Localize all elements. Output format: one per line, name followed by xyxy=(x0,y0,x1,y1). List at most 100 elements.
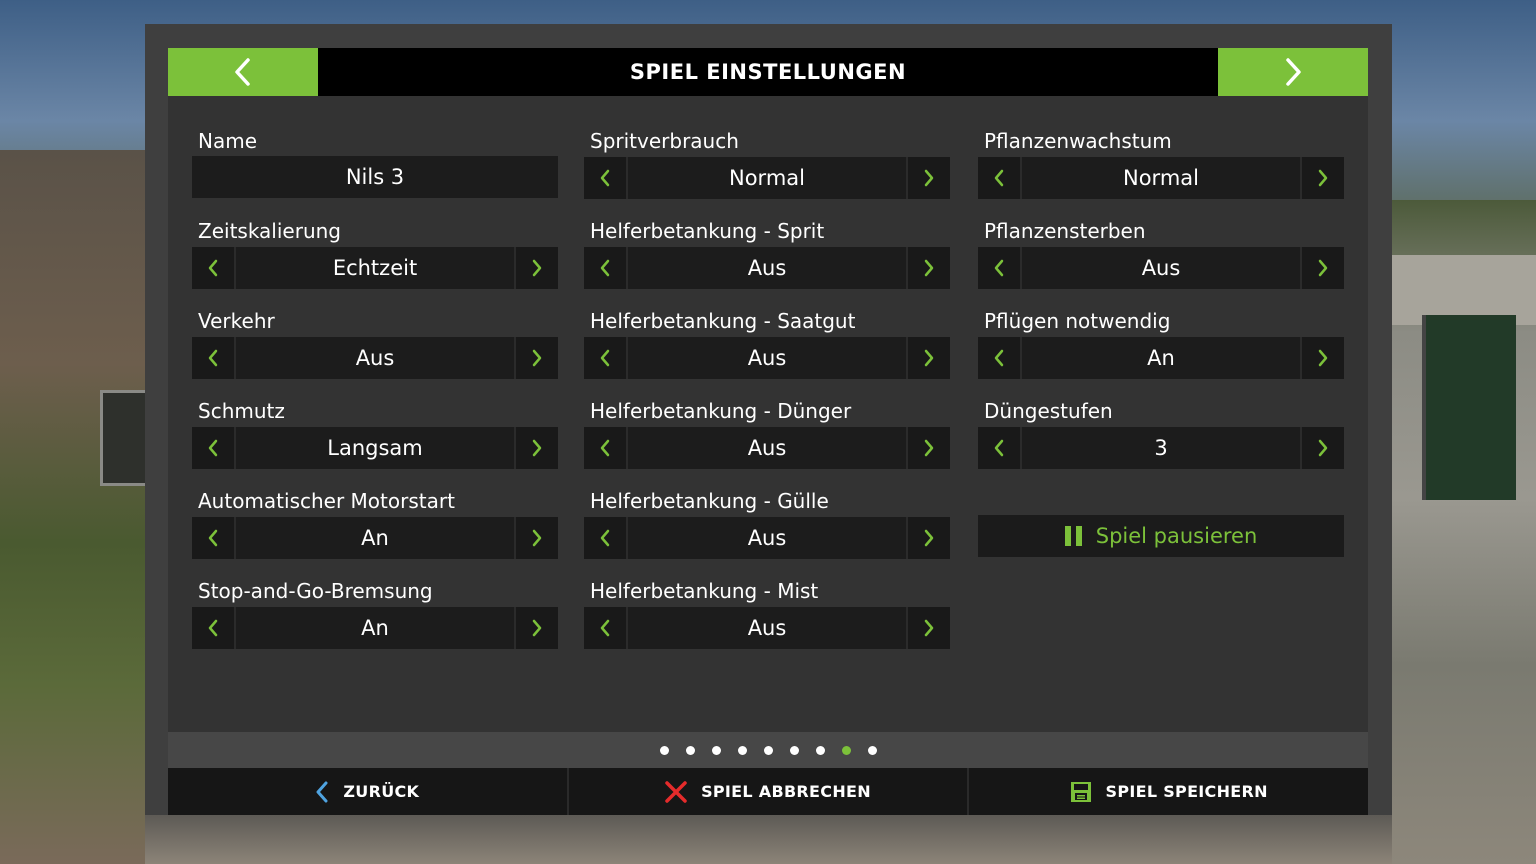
chevron-left-icon xyxy=(600,439,610,457)
setting-stop-and-go: Stop-and-Go-Bremsung An xyxy=(192,546,558,649)
option-selector: An xyxy=(192,607,558,649)
chevron-left-icon xyxy=(600,259,610,277)
option-value: 3 xyxy=(1020,427,1302,469)
chevron-left-icon xyxy=(208,349,218,367)
background-door xyxy=(1422,315,1516,500)
chevron-left-icon xyxy=(235,58,250,86)
previous-page-button[interactable] xyxy=(168,48,318,96)
setting-label: Pflanzensterben xyxy=(984,219,1146,243)
setting-label: Düngestufen xyxy=(984,399,1113,423)
setting-pfluegen: Pflügen notwendig An xyxy=(978,276,1344,379)
background-ground xyxy=(145,815,1392,864)
cancel-game-button[interactable]: SPIEL ABBRECHEN xyxy=(566,768,968,815)
chevron-right-icon xyxy=(924,169,934,187)
page-dot[interactable] xyxy=(659,745,669,755)
setting-label: Helferbetankung - Sprit xyxy=(590,219,825,243)
cancel-button-label: SPIEL ABBRECHEN xyxy=(701,782,871,801)
chevron-left-icon xyxy=(600,169,610,187)
chevron-right-icon xyxy=(532,619,542,637)
setting-label: Pflanzenwachstum xyxy=(984,129,1172,153)
page-dot[interactable] xyxy=(711,745,721,755)
setting-label: Schmutz xyxy=(198,399,285,423)
chevron-right-icon xyxy=(1318,439,1328,457)
chevron-right-icon xyxy=(924,259,934,277)
setting-label: Stop-and-Go-Bremsung xyxy=(198,579,433,603)
chevron-left-icon xyxy=(600,349,610,367)
setting-label: Helferbetankung - Gülle xyxy=(590,489,829,513)
increase-button[interactable] xyxy=(516,607,558,649)
save-button-label: SPIEL SPEICHERN xyxy=(1105,782,1268,801)
decrease-button[interactable] xyxy=(584,607,626,649)
increase-button[interactable] xyxy=(1302,427,1344,469)
chevron-left-icon xyxy=(315,781,329,803)
chevron-right-icon xyxy=(532,349,542,367)
setting-label: Verkehr xyxy=(198,309,275,333)
page-dot[interactable] xyxy=(841,745,851,755)
setting-label: Pflügen notwendig xyxy=(984,309,1171,333)
save-game-button[interactable]: SPIEL SPEICHERN xyxy=(967,768,1368,815)
save-icon xyxy=(1070,781,1092,803)
chevron-left-icon xyxy=(208,619,218,637)
setting-duengestufen: Düngestufen 3 xyxy=(978,366,1344,469)
setting-name: Name Nils 3 xyxy=(192,96,558,198)
pause-icon xyxy=(1064,526,1082,546)
chevron-left-icon xyxy=(208,529,218,547)
setting-label: Name xyxy=(198,129,258,153)
pause-game-button[interactable]: Spiel pausieren xyxy=(978,515,1344,557)
setting-helfer-mist: Helferbetankung - Mist Aus xyxy=(584,546,950,649)
chevron-left-icon xyxy=(208,439,218,457)
decrease-button[interactable] xyxy=(978,427,1020,469)
chevron-left-icon xyxy=(994,349,1004,367)
page-dot[interactable] xyxy=(737,745,747,755)
setting-label: Helferbetankung - Dünger xyxy=(590,399,852,423)
setting-label: Zeitskalierung xyxy=(198,219,341,243)
page-dot[interactable] xyxy=(789,745,799,755)
chevron-right-icon xyxy=(924,529,934,547)
chevron-right-icon xyxy=(532,439,542,457)
page-dot[interactable] xyxy=(685,745,695,755)
page-title: SPIEL EINSTELLUNGEN xyxy=(629,60,907,84)
decrease-button[interactable] xyxy=(192,607,234,649)
setting-motorstart: Automatischer Motorstart An xyxy=(192,456,558,559)
option-selector: 3 xyxy=(978,427,1344,469)
chevron-right-icon xyxy=(924,349,934,367)
chevron-left-icon xyxy=(994,169,1004,187)
setting-helfer-sprit: Helferbetankung - Sprit Aus xyxy=(584,186,950,289)
setting-label: Spritverbrauch xyxy=(590,129,739,153)
back-button[interactable]: ZURÜCK xyxy=(168,768,567,815)
back-button-label: ZURÜCK xyxy=(343,782,420,801)
option-selector: Aus xyxy=(584,607,950,649)
page-dot[interactable] xyxy=(815,745,825,755)
close-icon xyxy=(665,780,687,803)
option-value: Aus xyxy=(626,607,908,649)
page-dot[interactable] xyxy=(763,745,773,755)
chevron-right-icon xyxy=(532,259,542,277)
chevron-right-icon xyxy=(924,439,934,457)
chevron-left-icon xyxy=(600,529,610,547)
next-page-button[interactable] xyxy=(1218,48,1368,96)
setting-spritverbrauch: Spritverbrauch Normal xyxy=(584,96,950,199)
setting-label: Helferbetankung - Mist xyxy=(590,579,819,603)
setting-helfer-duenger: Helferbetankung - Dünger Aus xyxy=(584,366,950,469)
setting-zeitskalierung: Zeitskalierung Echtzeit xyxy=(192,186,558,289)
setting-helfer-saatgut: Helferbetankung - Saatgut Aus xyxy=(584,276,950,379)
chevron-right-icon xyxy=(1318,259,1328,277)
chevron-left-icon xyxy=(600,619,610,637)
setting-pflanzenwachstum: Pflanzenwachstum Normal xyxy=(978,96,1344,199)
increase-button[interactable] xyxy=(908,607,950,649)
background-building-left xyxy=(0,150,150,864)
page-dot[interactable] xyxy=(867,745,877,755)
option-value: An xyxy=(234,607,516,649)
header-bar: SPIEL EINSTELLUNGEN xyxy=(168,48,1368,96)
chevron-right-icon xyxy=(532,529,542,547)
page-indicator xyxy=(168,732,1368,768)
settings-content: Name Nils 3 Zeitskalierung Echtzeit Verk… xyxy=(168,96,1368,732)
footer-bar: ZURÜCK SPIEL ABBRECHEN SPIEL SPEICHERN xyxy=(168,768,1368,815)
setting-verkehr: Verkehr Aus xyxy=(192,276,558,379)
setting-pflanzensterben: Pflanzensterben Aus xyxy=(978,186,1344,289)
setting-helfer-guelle: Helferbetankung - Gülle Aus xyxy=(584,456,950,559)
chevron-left-icon xyxy=(208,259,218,277)
setting-label: Automatischer Motorstart xyxy=(198,489,455,513)
chevron-right-icon xyxy=(924,619,934,637)
chevron-left-icon xyxy=(994,259,1004,277)
